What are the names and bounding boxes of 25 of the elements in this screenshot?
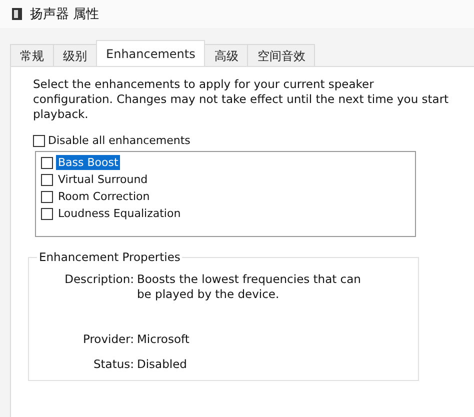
checkbox-label: Disable all enhancements [48,134,190,147]
group-title: Enhancement Properties [37,250,182,264]
tab[interactable]: 高级 [204,44,248,66]
tab[interactable]: 常规 [10,44,54,66]
checkbox[interactable] [33,134,45,146]
property-value: Disabled [137,357,188,372]
property-label: Provider: [82,332,134,348]
checkbox[interactable] [41,208,53,220]
tab[interactable]: 级别 [53,44,97,66]
list-item[interactable]: Virtual Surround [56,172,150,187]
property-value: Microsoft [137,332,190,348]
intro-text: Select the enhancements to apply for your current speaker configuration. Changes may not take effect until the next time you start playback. [33,77,450,122]
list-item[interactable]: Bass Boost [56,155,120,170]
property-label: Status: [92,357,134,372]
tab[interactable]: 空间音效 [247,44,316,66]
list-item[interactable]: Room Correction [56,189,152,204]
property-value: Boosts the lowest frequencies that can be played by the device. [137,272,362,303]
checkbox[interactable] [41,190,53,202]
checkbox[interactable] [41,156,53,168]
tab[interactable]: Enhancements [96,40,206,66]
checkbox[interactable] [41,174,53,186]
list-item[interactable]: Loudness Equalization [56,206,183,221]
window-title: 扬声器 属性 [30,6,100,23]
property-label: Description: [64,272,134,288]
speaker-icon [12,8,22,20]
